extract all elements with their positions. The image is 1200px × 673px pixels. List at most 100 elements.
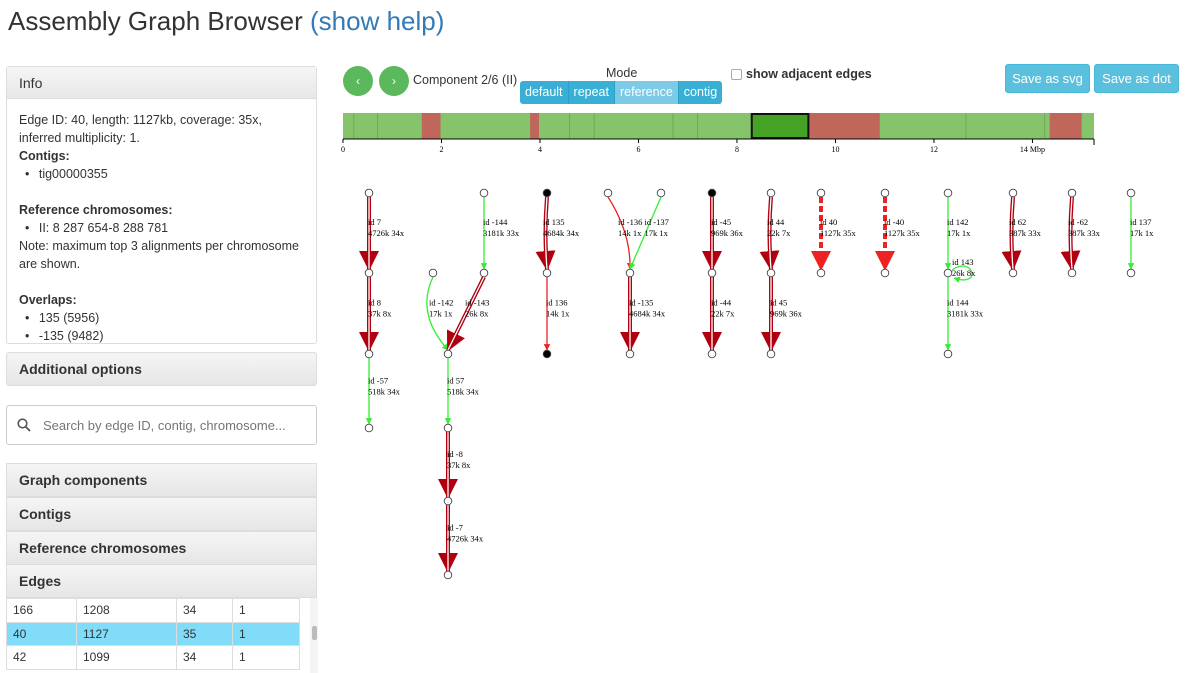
- edge-label-id: id 143: [952, 257, 974, 267]
- graph-node: [880, 268, 890, 278]
- edge-label-id: id -57: [368, 376, 388, 386]
- graph-node: [943, 268, 953, 278]
- edge-label-stats: 37k 8x: [368, 308, 392, 318]
- edge-label-stats: 4684k 34x: [629, 308, 666, 318]
- edge-label-id: id -40: [884, 217, 904, 227]
- axis-tick-label: 14 Mbp: [1020, 145, 1045, 154]
- edge-label-stats: 518k 34x: [368, 387, 401, 397]
- edge-label-stats: 17k 1x: [1130, 228, 1154, 238]
- overlap-item: 135 (5956): [25, 309, 304, 327]
- graph-node: [542, 188, 552, 198]
- prev-component-button[interactable]: ‹: [343, 66, 373, 96]
- edge-label-id: id 62: [1009, 217, 1026, 227]
- graph-node: [625, 268, 635, 278]
- mode-reference[interactable]: reference: [614, 81, 679, 104]
- note: Note: maximum top 3 alignments per chrom…: [19, 239, 299, 271]
- accordion-contigs[interactable]: Contigs: [6, 497, 317, 531]
- edge-label: id -143 26k 8x: [465, 297, 489, 318]
- edge-label-stats: 1127k 35x: [820, 228, 857, 238]
- edge-label-stats: 4684k 34x: [543, 228, 580, 238]
- table-row-selected[interactable]: 40 1127 35 1: [6, 621, 300, 646]
- edge-label-stats: 37k 8x: [447, 460, 471, 470]
- edge-label-id: id 45: [770, 297, 787, 307]
- adjacent-edges-checkbox[interactable]: [731, 68, 742, 80]
- graph-node: [1067, 188, 1077, 198]
- edge-label-stats: 4726k 34x: [447, 534, 484, 544]
- edge-label: id -135 4684k 34x: [629, 297, 666, 318]
- edge-label-stats: 969k 36x: [711, 228, 744, 238]
- save-svg-button[interactable]: Save as svg: [1005, 64, 1090, 93]
- next-component-button[interactable]: ›: [379, 66, 409, 96]
- edge-label-id: id -144: [483, 217, 508, 227]
- edge-label: id 142 17k 1x: [947, 217, 971, 238]
- search-box: [6, 405, 317, 445]
- edge-label: id 135 4684k 34x: [543, 217, 580, 238]
- axis-tick-label: 10: [831, 145, 839, 154]
- mode-contig[interactable]: contig: [678, 81, 723, 104]
- mode-default[interactable]: default: [520, 81, 569, 104]
- graph-node: [364, 349, 374, 359]
- edge-label: id 45 969k 36x: [770, 297, 803, 318]
- edge-label: id 137 17k 1x: [1130, 217, 1154, 238]
- edge-label-stats: 4726k 34x: [368, 228, 405, 238]
- unaligned-segment: [808, 113, 880, 139]
- edge-label: id -137 17k 1x: [645, 217, 669, 238]
- edge-label-id: id 135: [543, 217, 565, 227]
- graph-node: [656, 188, 666, 198]
- edge-label: id -144 3181k 33x: [483, 217, 520, 238]
- table-row[interactable]: 166 1208 34 1: [6, 598, 300, 623]
- edge-label-id: id 7: [368, 217, 381, 227]
- search-icon: [17, 418, 31, 432]
- edge-label-id: id -135: [629, 297, 653, 307]
- graph-node: [625, 349, 635, 359]
- edge--143-inner: [447, 276, 485, 351]
- chromosome-track[interactable]: 0 2 4 6 8 10 12 14 Mbp: [335, 110, 1105, 160]
- edge-label: id 8 37k 8x: [368, 297, 392, 318]
- accordion-graph-components[interactable]: Graph components: [6, 463, 317, 497]
- graph-node: [443, 496, 453, 506]
- search-input[interactable]: [41, 416, 301, 434]
- overlaps-label: Overlaps:: [19, 293, 77, 307]
- edge-135-inner: [544, 196, 548, 270]
- graph-node: [364, 423, 374, 433]
- graph-node: [1008, 188, 1018, 198]
- graph-node: [428, 268, 438, 278]
- graph-node: [880, 188, 890, 198]
- graph-node: [707, 268, 717, 278]
- accordion-reference-chromosomes[interactable]: Reference chromosomes: [6, 531, 317, 565]
- accordion-edges[interactable]: Edges: [6, 564, 317, 598]
- table-scrollbar[interactable]: [310, 598, 318, 673]
- adjacent-edges-option: show adjacent edges: [731, 67, 872, 81]
- save-dot-button[interactable]: Save as dot: [1094, 64, 1179, 93]
- graph-node: [766, 349, 776, 359]
- additional-options-toggle[interactable]: Additional options: [6, 352, 317, 386]
- edge-label-stats: 26k 8x: [952, 268, 976, 278]
- table-row[interactable]: 42 1099 34 1: [6, 645, 300, 670]
- edge-label-id: id -62: [1068, 217, 1088, 227]
- edge-label-stats: 17k 1x: [645, 228, 669, 238]
- edge-label-stats: 17k 1x: [947, 228, 971, 238]
- edge-label: id -44 22k 7x: [711, 297, 735, 318]
- edge-62-inner: [1010, 196, 1014, 270]
- edge-label: id 143 26k 8x: [952, 257, 976, 278]
- graph-node: [943, 188, 953, 198]
- edge-info: Edge ID: 40, length: 1127kb, coverage: 3…: [19, 113, 262, 145]
- mode-label: Mode: [606, 66, 638, 80]
- mode-repeat[interactable]: repeat: [568, 81, 615, 104]
- edge-label-id: id -7: [447, 523, 463, 533]
- edge-label: id -57 518k 34x: [368, 376, 401, 397]
- unaligned-segment: [530, 113, 539, 139]
- graph-node: [943, 349, 953, 359]
- graph-node: [707, 349, 717, 359]
- edge-44-inner: [768, 196, 772, 270]
- axis-tick-label: 6: [636, 145, 640, 154]
- unaligned-segment: [1049, 113, 1082, 139]
- adjacent-edges-label: show adjacent edges: [746, 67, 872, 81]
- axis-tick-label: 2: [439, 145, 443, 154]
- edge-label-id: id 137: [1130, 217, 1152, 227]
- edge-label: id 40 1127k 35x: [820, 217, 857, 238]
- edge-label-id: id 136: [546, 297, 568, 307]
- edge-label-id: id -44: [711, 297, 732, 307]
- info-panel-header[interactable]: Info: [7, 67, 316, 99]
- show-help-link[interactable]: (show help): [310, 6, 444, 36]
